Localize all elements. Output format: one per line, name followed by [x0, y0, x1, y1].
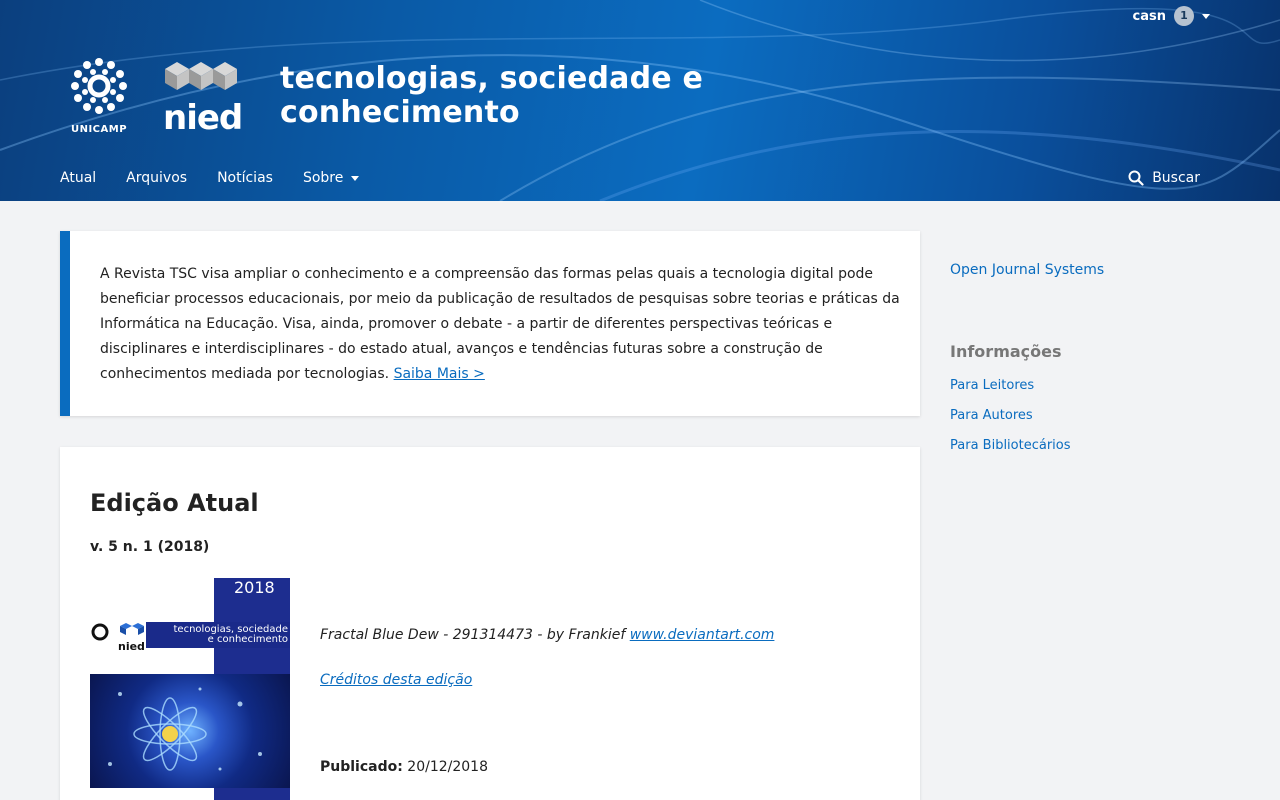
site-title-line2: conhecimento	[280, 95, 520, 130]
cover-title: tecnologias, sociedade e conhecimento	[156, 625, 288, 645]
journal-description: A Revista TSC visa ampliar o conheciment…	[100, 262, 900, 387]
issue-cover-image[interactable]: 2018 tecnologias, sociedade e conhecimen…	[90, 578, 290, 800]
cover-fractal-image	[90, 674, 290, 788]
primary-nav: Atual Arquivos Notícias Sobre	[60, 170, 389, 186]
nav-label: Sobre	[302, 170, 344, 186]
cover-nied-label: nied	[118, 640, 145, 653]
sidebar-info-heading: Informações	[950, 342, 1062, 361]
edition-credits-link[interactable]: Créditos desta edição	[320, 672, 472, 688]
sidebar-link-readers[interactable]: Para Leitores	[950, 378, 1034, 393]
read-more-link[interactable]: Saiba Mais >	[394, 366, 485, 382]
search-link[interactable]: Buscar	[1128, 170, 1200, 186]
issue-identification: v. 5 n. 1 (2018)	[90, 539, 210, 555]
site-header: casn 1 UNICAMP nied tecnologias, socieda…	[0, 0, 1280, 201]
published-label: Publicado:	[320, 759, 403, 775]
issue-description-text: Fractal Blue Dew - 291314473 - by Franki…	[320, 627, 626, 643]
sidebar-link-authors[interactable]: Para Autores	[950, 408, 1033, 423]
nav-item-arquivos[interactable]: Arquivos	[126, 170, 187, 186]
search-icon	[1128, 170, 1144, 186]
site-title-line1: tecnologias, sociedade e	[280, 61, 704, 96]
unicamp-label: UNICAMP	[70, 124, 128, 135]
chevron-down-icon	[1202, 13, 1210, 19]
chevron-down-icon	[351, 175, 360, 181]
nied-label: nied	[163, 98, 243, 138]
nav-label: Atual	[60, 170, 97, 186]
journal-description-card: A Revista TSC visa ampliar o conheciment…	[60, 231, 920, 416]
issue-description: Fractal Blue Dew - 291314473 - by Franki…	[320, 627, 774, 643]
username: casn	[1132, 8, 1166, 24]
sidebar-link-librarians[interactable]: Para Bibliotecários	[950, 438, 1071, 453]
nav-label: Notícias	[217, 170, 273, 186]
nav-item-noticias[interactable]: Notícias	[217, 170, 273, 186]
cover-year: 2018	[234, 578, 275, 597]
journal-description-text: A Revista TSC visa ampliar o conheciment…	[100, 266, 900, 382]
nav-label: Arquivos	[126, 170, 188, 186]
ojs-link[interactable]: Open Journal Systems	[950, 262, 1104, 278]
nav-item-sobre[interactable]: Sobre	[302, 170, 360, 186]
publication-date: Publicado: 20/12/2018	[320, 759, 488, 775]
site-title[interactable]: tecnologias, sociedade e conhecimento	[280, 62, 703, 130]
issue-credits: Créditos desta edição	[320, 672, 472, 688]
search-label: Buscar	[1152, 170, 1200, 186]
cover-title-line2: e conhecimento	[207, 634, 288, 645]
fractal-flower-image	[108, 687, 262, 771]
notification-badge: 1	[1174, 6, 1194, 26]
nav-item-atual[interactable]: Atual	[60, 170, 96, 186]
published-date: 20/12/2018	[407, 759, 488, 775]
user-menu[interactable]: casn 1	[1133, 6, 1210, 26]
current-issue-heading: Edição Atual	[90, 489, 259, 517]
deviantart-link[interactable]: www.deviantart.com	[630, 627, 775, 643]
current-issue-card: Edição Atual v. 5 n. 1 (2018) 2018 tecno…	[60, 447, 920, 800]
